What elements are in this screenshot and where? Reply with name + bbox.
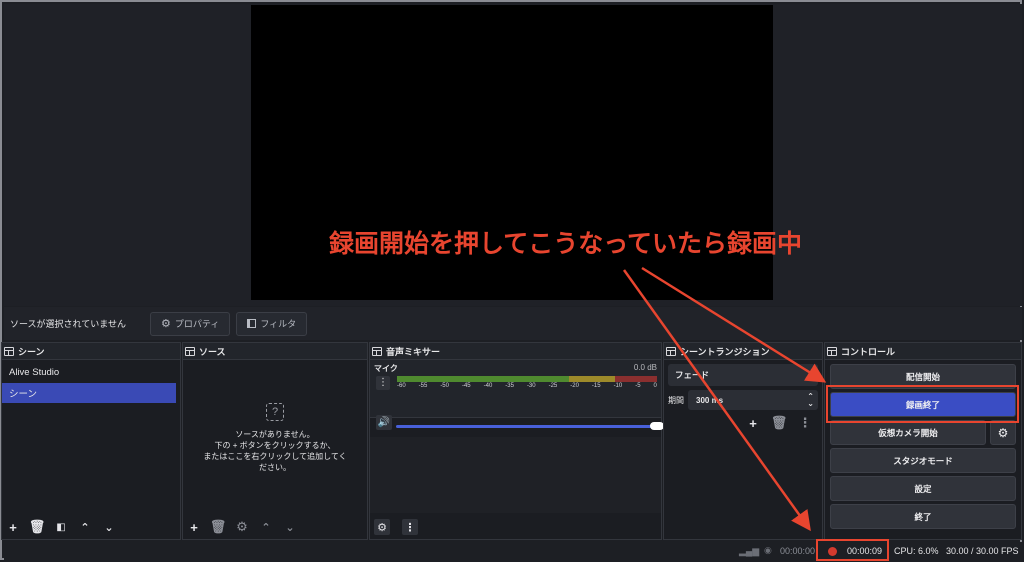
meter-tick-label: -40 [483, 383, 493, 389]
controls-dock: コントロール 配信開始 録画終了 仮想カメラ開始 ⚙ スタジオモード 設定 終了 [824, 342, 1022, 540]
question-icon: ? [266, 403, 284, 421]
chevron-down-icon[interactable]: ⌄ [283, 520, 297, 534]
mixer-toolbar: ⚙ ⋮ [370, 515, 661, 539]
obs-window: ソースが選択されていません ⚙ プロパティ フィルタ シーン Alive Stu… [0, 0, 1022, 562]
meter-tick-label: -20 [570, 383, 579, 389]
scene-item-scene[interactable]: シーン [2, 383, 176, 403]
dock-icon [827, 346, 837, 356]
more-vertical-icon[interactable]: ⋮ [798, 415, 812, 430]
chevron-down-icon[interactable]: ⌄ [102, 520, 116, 534]
trash-icon[interactable]: 🗑 [210, 519, 227, 534]
chevron-up-icon[interactable]: ⌃ [259, 520, 273, 534]
settings-button[interactable]: 設定 [830, 476, 1016, 501]
trash-icon[interactable]: 🗑 [771, 415, 788, 430]
meter-tick-label: -25 [548, 383, 558, 389]
annotation-text: 録画開始を押してこうなっていたら録画中 [329, 229, 803, 258]
stepper-icon[interactable]: ⌃ ⌄ [807, 393, 814, 408]
meter-tick-label: 0 [653, 383, 657, 389]
mixer-channel-label: マイク [374, 364, 398, 373]
meter-ticks: -60 -55 -50 -45 -40 -35 -30 -25 -20 -15 -10 -5 0 [397, 383, 657, 389]
virtual-camera-settings-button[interactable]: ⚙ [990, 420, 1016, 445]
filters-button[interactable]: フィルタ [236, 311, 308, 336]
sources-empty-message[interactable]: ? ソースがありません。 下の + ボタンをクリックするか、 またはここを右クリ… [183, 403, 367, 473]
duration-input[interactable]: 300 ms ⌃ ⌄ [688, 390, 818, 410]
volume-slider-knob[interactable] [650, 422, 664, 430]
add-transition-icon[interactable]: + [746, 416, 760, 431]
mixer-dock-header[interactable]: 音声ミキサー [370, 343, 661, 360]
meter-tick-label: -45 [461, 383, 471, 389]
controls-dock-header[interactable]: コントロール [825, 343, 1021, 360]
dock-icon [666, 346, 676, 356]
cpu-usage: CPU: 6.0% [894, 546, 939, 556]
source-context-bar: ソースが選択されていません ⚙ プロパティ フィルタ [4, 307, 1022, 340]
transitions-dock-header[interactable]: シーントランジション [664, 343, 822, 360]
meter-tick-label: -15 [591, 383, 601, 389]
dock-icon [372, 346, 382, 356]
transition-type-select[interactable]: フェード [668, 364, 818, 386]
scenes-toolbar: + 🗑 ◧ ⌃ ⌄ [2, 515, 180, 539]
duration-label: 期間 [668, 395, 684, 405]
more-vertical-icon[interactable]: ⋮ [376, 376, 390, 390]
audio-mixer-dock: 音声ミキサー マイク 0.0 dB ⋮ -60 -55 -50 -45 -40 -35 -3… [369, 342, 664, 540]
filter-icon[interactable]: ◧ [54, 520, 68, 534]
no-source-selected-label: ソースが選択されていません [10, 319, 127, 329]
add-source-icon[interactable]: + [187, 520, 201, 535]
properties-button[interactable]: ⚙ プロパティ [150, 311, 231, 336]
stream-time: 00:00:00 [780, 546, 816, 556]
volume-slider[interactable] [396, 422, 664, 430]
highlight-recording-time [816, 539, 889, 561]
meter-tick-label: -55 [418, 383, 428, 389]
speaker-icon[interactable]: 🔊 [376, 415, 392, 430]
preview-area [4, 4, 1022, 306]
dock-icon [185, 346, 195, 356]
chevron-up-icon[interactable]: ⌃ [78, 520, 92, 534]
more-vertical-icon[interactable]: ⋮ [402, 519, 418, 535]
exit-button[interactable]: 終了 [830, 504, 1016, 529]
sources-toolbar: + 🗑 ⚙ ⌃ ⌄ [183, 515, 367, 539]
gear-icon: ⚙ [161, 318, 171, 330]
gear-icon[interactable]: ⚙ [374, 519, 390, 535]
start-virtual-camera-button[interactable]: 仮想カメラ開始 [830, 420, 986, 445]
meter-tick-label: -50 [440, 383, 449, 389]
mixer-db-readout: 0.0 dB [633, 363, 657, 372]
volume-meter [397, 376, 657, 382]
sources-dock: ソース ? ソースがありません。 下の + ボタンをクリックするか、 またはここ… [182, 342, 368, 540]
meter-tick-label: -60 [397, 383, 406, 389]
signal-icon: ▂▄▆ [739, 546, 760, 556]
scenes-dock-header[interactable]: シーン [2, 343, 180, 360]
meter-tick-label: -30 [526, 383, 536, 389]
meter-tick-label: -35 [505, 383, 514, 389]
gear-icon: ⚙ [997, 425, 1009, 440]
scenes-dock: シーン Alive Studio シーン + 🗑 ◧ ⌃ ⌄ [1, 342, 181, 540]
filter-icon [247, 319, 257, 328]
studio-mode-button[interactable]: スタジオモード [830, 448, 1016, 473]
scene-item-alive-studio[interactable]: Alive Studio [2, 362, 176, 382]
meter-tick-label: -5 [635, 383, 641, 389]
highlight-stop-recording [826, 385, 1019, 423]
gear-icon[interactable]: ⚙ [235, 519, 249, 534]
trash-icon[interactable]: 🗑 [29, 519, 46, 534]
fps-readout: 30.00 / 30.00 FPS [946, 546, 1019, 556]
scene-transitions-dock: シーントランジション フェード 期間 300 ms ⌃ ⌄ + 🗑 ⋮ [663, 342, 823, 540]
add-scene-icon[interactable]: + [6, 520, 20, 535]
stream-icon: ◉ [764, 545, 772, 555]
meter-tick-label: -10 [613, 383, 623, 389]
sources-dock-header[interactable]: ソース [183, 343, 367, 360]
dock-icon [4, 346, 14, 356]
